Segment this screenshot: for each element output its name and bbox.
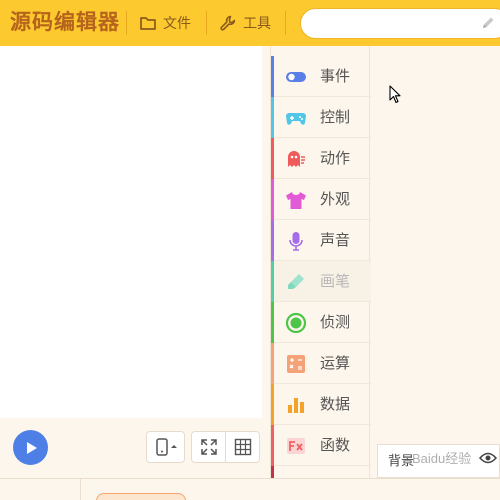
run-button[interactable] [13, 430, 48, 465]
category-sensing[interactable]: 侦测 [271, 302, 371, 343]
category-color-bar [271, 466, 274, 478]
phone-icon [155, 438, 177, 456]
grid-toggle-button[interactable] [226, 432, 259, 462]
gamepad-icon [285, 107, 307, 129]
fullscreen-icon [200, 439, 217, 455]
mouse-cursor-icon [389, 85, 401, 104]
tools-menu-button[interactable]: 工具 [219, 11, 271, 35]
folder-icon [140, 17, 156, 30]
category-looks[interactable]: 外观 [271, 179, 371, 220]
background-label: 背景 [388, 453, 415, 468]
device-selector[interactable] [146, 431, 185, 463]
category-color-bar [271, 138, 274, 179]
category-label: 声音 [320, 232, 351, 249]
bottom-panel [0, 478, 500, 500]
eye-icon[interactable] [479, 449, 497, 467]
toggle-icon [285, 66, 307, 88]
top-bar: 源码编辑器 文件 工具 [0, 0, 500, 46]
category-label: 事件 [320, 68, 351, 85]
category-functions[interactable]: 函数 [271, 425, 371, 466]
category-label: 外观 [320, 191, 351, 208]
search-box[interactable] [300, 8, 500, 39]
stage-canvas[interactable] [0, 46, 262, 418]
view-controls [191, 431, 260, 463]
category-label: 函数 [320, 437, 351, 454]
category-color-bar [271, 179, 274, 220]
block-category-panel: 事件 控制 动作 外观 声音 画笔 侦测 运算 数据 函数 [270, 46, 371, 478]
category-color-bar [271, 384, 274, 425]
search-input[interactable] [315, 9, 485, 38]
pencil-icon[interactable] [480, 15, 496, 31]
grid-icon [234, 438, 251, 456]
toolbar-divider [285, 11, 286, 35]
category-events[interactable]: 事件 [271, 56, 371, 97]
category-label: 画笔 [320, 273, 351, 290]
device-selector-button[interactable] [147, 432, 184, 462]
file-menu-button[interactable]: 文件 [139, 11, 191, 35]
toolbar-divider [126, 11, 127, 35]
watermark: Baidu经验 [412, 451, 472, 466]
category-color-bar [271, 56, 274, 97]
bar-chart-icon [285, 394, 307, 416]
category-color-bar [271, 261, 274, 302]
calculator-icon [285, 353, 307, 375]
microphone-icon [285, 230, 307, 252]
category-motion[interactable]: 动作 [271, 138, 371, 179]
tools-menu-label: 工具 [243, 15, 271, 31]
category-label: 控制 [320, 109, 351, 126]
app-logo: 源码编辑器 [10, 11, 120, 34]
category-label: 数据 [320, 396, 351, 413]
category-color-bar [271, 343, 274, 384]
actor-tab[interactable] [96, 493, 186, 500]
category-color-bar [271, 302, 274, 343]
category-color-bar [271, 425, 274, 466]
toolbar-divider [206, 11, 207, 35]
category-control[interactable]: 控制 [271, 97, 371, 138]
wrench-icon [220, 15, 236, 31]
bottom-divider [80, 478, 81, 500]
category-data[interactable]: 数据 [271, 384, 371, 425]
fullscreen-button[interactable] [192, 432, 226, 462]
play-icon [26, 441, 37, 454]
category-pen[interactable]: 画笔 [271, 261, 371, 302]
target-icon [285, 312, 307, 334]
category-label: 侦测 [320, 314, 351, 331]
category-color-bar [271, 97, 274, 138]
highlighter-icon [285, 271, 307, 293]
category-label: 运算 [320, 355, 351, 372]
shirt-icon [285, 189, 307, 211]
category-operators[interactable]: 运算 [271, 343, 371, 384]
category-label: 动作 [320, 150, 351, 167]
ghost-icon [285, 148, 307, 170]
file-menu-label: 文件 [163, 15, 191, 31]
category-color-bar [271, 220, 274, 261]
category-sound[interactable]: 声音 [271, 220, 371, 261]
function-icon [285, 435, 307, 457]
